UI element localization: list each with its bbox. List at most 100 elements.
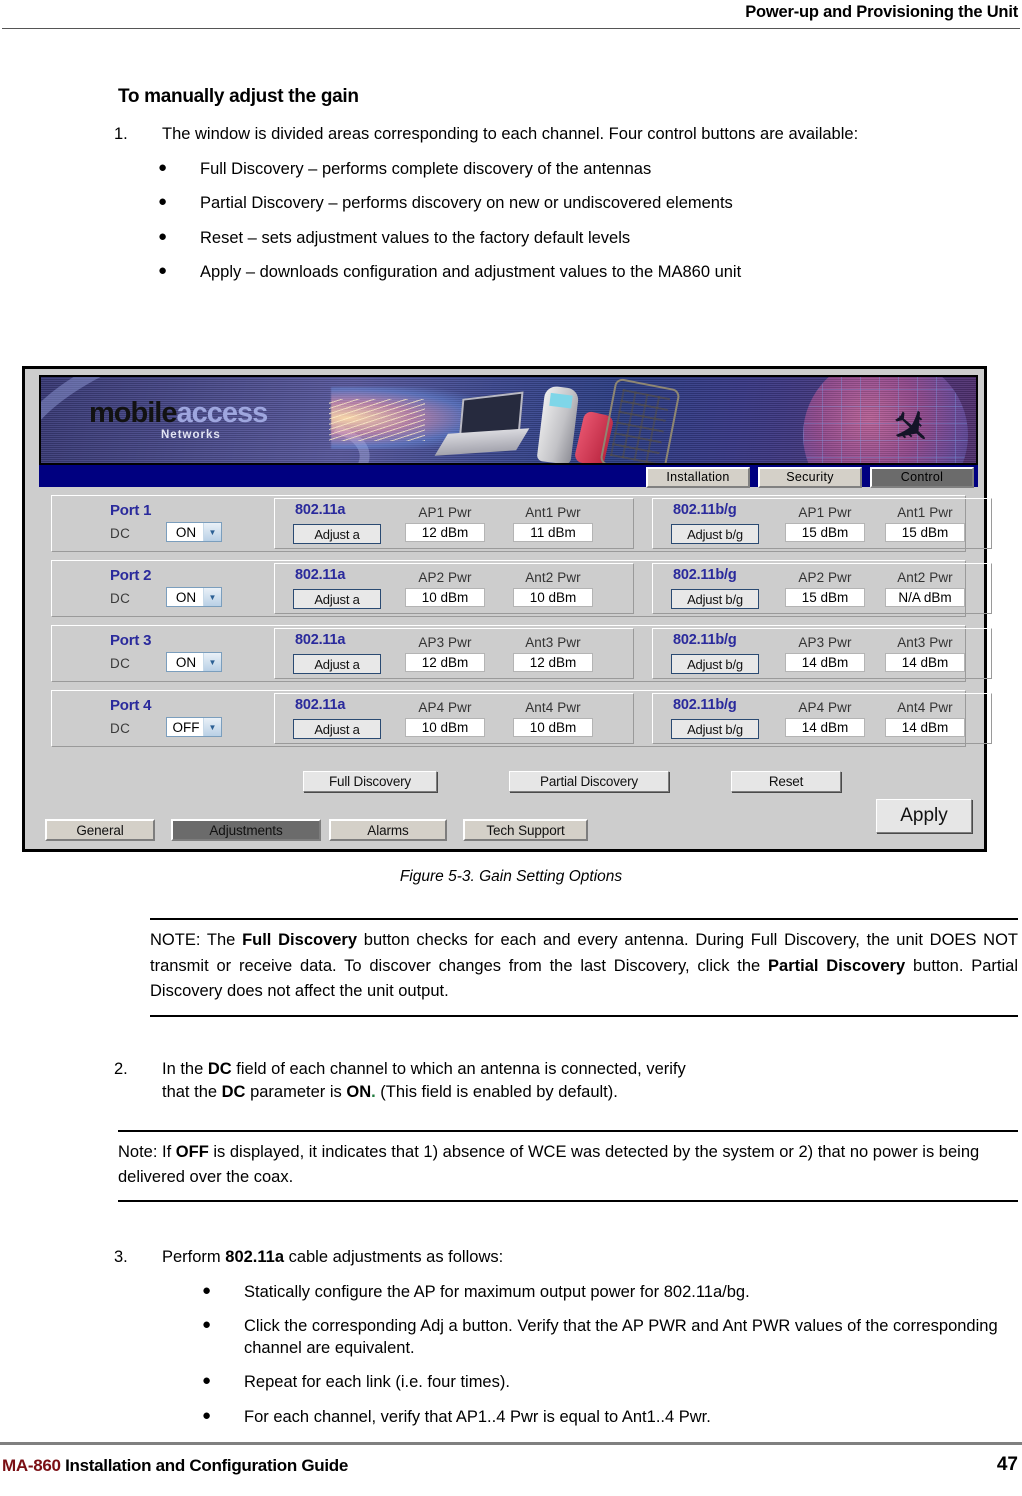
bullet-dot-icon: ● bbox=[158, 158, 168, 176]
step-1: 1. The window is divided areas correspon… bbox=[114, 124, 1022, 284]
adjust-bg-button[interactable]: Adjust b/g bbox=[671, 719, 759, 739]
port-1-section: Port 1 DC ON ▼ bbox=[58, 498, 266, 549]
step-1-text: The window is divided areas correspondin… bbox=[162, 125, 859, 143]
port-3-802-11a-section: 802.11a Adjust a AP3 Pwr 12 dBm Ant3 Pwr… bbox=[274, 628, 634, 679]
dc-label: DC bbox=[110, 656, 131, 671]
ports-container: Port 1 DC ON ▼ 802.11a Adjust a AP1 Pwr bbox=[51, 495, 992, 755]
bullet-dot-icon: ● bbox=[202, 1316, 212, 1334]
adjust-bg-button[interactable]: Adjust b/g bbox=[671, 524, 759, 544]
ant-power-value: 14 dBm bbox=[885, 718, 965, 737]
standard-label: 802.11b/g bbox=[673, 502, 737, 518]
step-2-part-5: (This field is enabled by default). bbox=[375, 1082, 618, 1101]
bullet-dot-icon: ● bbox=[158, 227, 168, 245]
ap-power-caption: AP2 Pwr bbox=[418, 570, 472, 585]
ant-power-caption: Ant3 Pwr bbox=[525, 635, 581, 650]
list-item: ● Repeat for each link (i.e. four times)… bbox=[202, 1372, 1008, 1393]
step-2-body: In the DC field of each channel to which… bbox=[162, 1058, 686, 1104]
section-heading: To manually adjust the gain bbox=[118, 86, 359, 107]
bullet-text: For each channel, verify that AP1..4 Pwr… bbox=[244, 1407, 711, 1426]
ap-power-value: 14 dBm bbox=[785, 718, 865, 737]
dc-select-value: ON bbox=[175, 524, 197, 540]
chevron-down-icon: ▼ bbox=[203, 653, 221, 671]
ap-power-field: AP1 Pwr 12 dBm bbox=[395, 505, 495, 542]
tab-alarms[interactable]: Alarms bbox=[329, 819, 447, 841]
port-label: Port 1 bbox=[110, 502, 152, 519]
port-1-802-11bg-section: 802.11b/g Adjust b/g AP1 Pwr 15 dBm Ant1… bbox=[652, 498, 992, 549]
page-header: Power-up and Provisioning the Unit bbox=[0, 0, 1022, 34]
dc-select-port-2[interactable]: ON ▼ bbox=[166, 587, 222, 607]
adjust-a-button[interactable]: Adjust a bbox=[293, 719, 381, 739]
figure-caption: Figure 5-3. Gain Setting Options bbox=[399, 868, 623, 885]
dc-select-port-4[interactable]: OFF ▼ bbox=[166, 717, 222, 737]
ant-power-field: Ant1 Pwr 11 dBm bbox=[503, 505, 603, 542]
list-item: ● Reset – sets adjustment values to the … bbox=[158, 228, 998, 249]
step-2-part-3: that the bbox=[162, 1082, 222, 1101]
reset-button[interactable]: Reset bbox=[731, 771, 841, 792]
list-item: ● For each channel, verify that AP1..4 P… bbox=[202, 1407, 1008, 1428]
tab-control[interactable]: Control bbox=[870, 467, 974, 488]
app-navbar: Installation Security Control bbox=[39, 465, 978, 488]
bullet-text: Repeat for each link (i.e. four times). bbox=[244, 1373, 510, 1392]
dc-select-port-1[interactable]: ON ▼ bbox=[166, 522, 222, 542]
bullet-text: Partial Discovery – performs discovery o… bbox=[200, 194, 733, 213]
port-label: Port 2 bbox=[110, 567, 152, 584]
footer-title-rest: Installation and Configuration Guide bbox=[60, 1456, 349, 1475]
fiber-optic-strands bbox=[329, 399, 425, 441]
ant-power-value: N/A dBm bbox=[885, 588, 965, 607]
standard-label: 802.11b/g bbox=[673, 567, 737, 583]
port-3-802-11bg-section: 802.11b/g Adjust b/g AP3 Pwr 14 dBm Ant3… bbox=[652, 628, 992, 679]
ant-power-field: Ant2 Pwr N/A dBm bbox=[875, 570, 975, 607]
full-discovery-button[interactable]: Full Discovery bbox=[303, 771, 437, 792]
ant-power-value: 15 dBm bbox=[885, 523, 965, 542]
table-row: Port 2 DC ON ▼ 802.11a Adjust a AP2 Pwr bbox=[51, 560, 992, 617]
tab-general[interactable]: General bbox=[45, 819, 155, 841]
bullet-dot-icon: ● bbox=[202, 1372, 212, 1390]
mobileaccess-logo: mobileaccess Networks bbox=[89, 397, 268, 442]
tab-installation[interactable]: Installation bbox=[646, 467, 750, 488]
step-3-body: Perform 802.11a cable adjustments as fol… bbox=[162, 1247, 1008, 1428]
ant-power-caption: Ant4 Pwr bbox=[897, 700, 953, 715]
logo-word-mobile: mobile bbox=[89, 397, 177, 429]
step-2-bold-on: ON bbox=[346, 1082, 372, 1101]
step-2-bold-dc-1: DC bbox=[207, 1060, 232, 1078]
laptop-graphic bbox=[434, 391, 531, 457]
ap-power-field: AP3 Pwr 12 dBm bbox=[395, 635, 495, 672]
list-item: ● Click the corresponding Adj a button. … bbox=[202, 1316, 1008, 1359]
adjust-bg-button[interactable]: Adjust b/g bbox=[671, 654, 759, 674]
ap-power-field: AP2 Pwr 15 dBm bbox=[775, 570, 875, 607]
adjust-bg-button[interactable]: Adjust b/g bbox=[671, 589, 759, 609]
ant-power-value: 10 dBm bbox=[513, 718, 593, 737]
list-item: ● Partial Discovery – performs discovery… bbox=[158, 193, 998, 214]
port-label: Port 4 bbox=[110, 697, 152, 714]
chevron-down-icon: ▼ bbox=[203, 523, 221, 541]
step-2-part-4: parameter is bbox=[245, 1082, 347, 1101]
adjust-a-button[interactable]: Adjust a bbox=[293, 654, 381, 674]
bullet-dot-icon: ● bbox=[202, 1281, 212, 1299]
mobile-phone-graphic bbox=[536, 385, 580, 463]
apply-button[interactable]: Apply bbox=[876, 799, 972, 833]
ap-power-caption: AP2 Pwr bbox=[798, 570, 852, 585]
step-2: 2. In the DC field of each channel to wh… bbox=[114, 1058, 686, 1104]
step-3-part-1: Perform bbox=[162, 1248, 226, 1266]
logo-word-access: access bbox=[176, 397, 268, 429]
adjust-a-button[interactable]: Adjust a bbox=[293, 524, 381, 544]
note-bold-full-discovery: Full Discovery bbox=[242, 931, 358, 949]
port-1-802-11a-section: 802.11a Adjust a AP1 Pwr 12 dBm Ant1 Pwr… bbox=[274, 498, 634, 549]
tab-adjustments[interactable]: Adjustments bbox=[171, 819, 321, 841]
footer-product-name: MA-860 bbox=[2, 1456, 61, 1475]
tab-security[interactable]: Security bbox=[758, 467, 862, 488]
adjust-a-button[interactable]: Adjust a bbox=[293, 589, 381, 609]
partial-discovery-button[interactable]: Partial Discovery bbox=[509, 771, 669, 792]
footer-rule bbox=[0, 1442, 1022, 1445]
tab-tech-support[interactable]: Tech Support bbox=[463, 819, 588, 841]
step-3-bold-802-11a: 802.11a bbox=[225, 1248, 284, 1266]
dc-select-value: ON bbox=[175, 654, 197, 670]
bullet-text: Click the corresponding Adj a button. Ve… bbox=[244, 1317, 998, 1357]
ant-power-caption: Ant2 Pwr bbox=[525, 570, 581, 585]
dc-select-port-3[interactable]: ON ▼ bbox=[166, 652, 222, 672]
step-2-part-1: In the bbox=[162, 1060, 208, 1078]
standard-label: 802.11b/g bbox=[673, 697, 737, 713]
ap-power-caption: AP4 Pwr bbox=[798, 700, 852, 715]
ant-power-caption: Ant1 Pwr bbox=[525, 505, 581, 520]
ant-power-field: Ant2 Pwr 10 dBm bbox=[503, 570, 603, 607]
